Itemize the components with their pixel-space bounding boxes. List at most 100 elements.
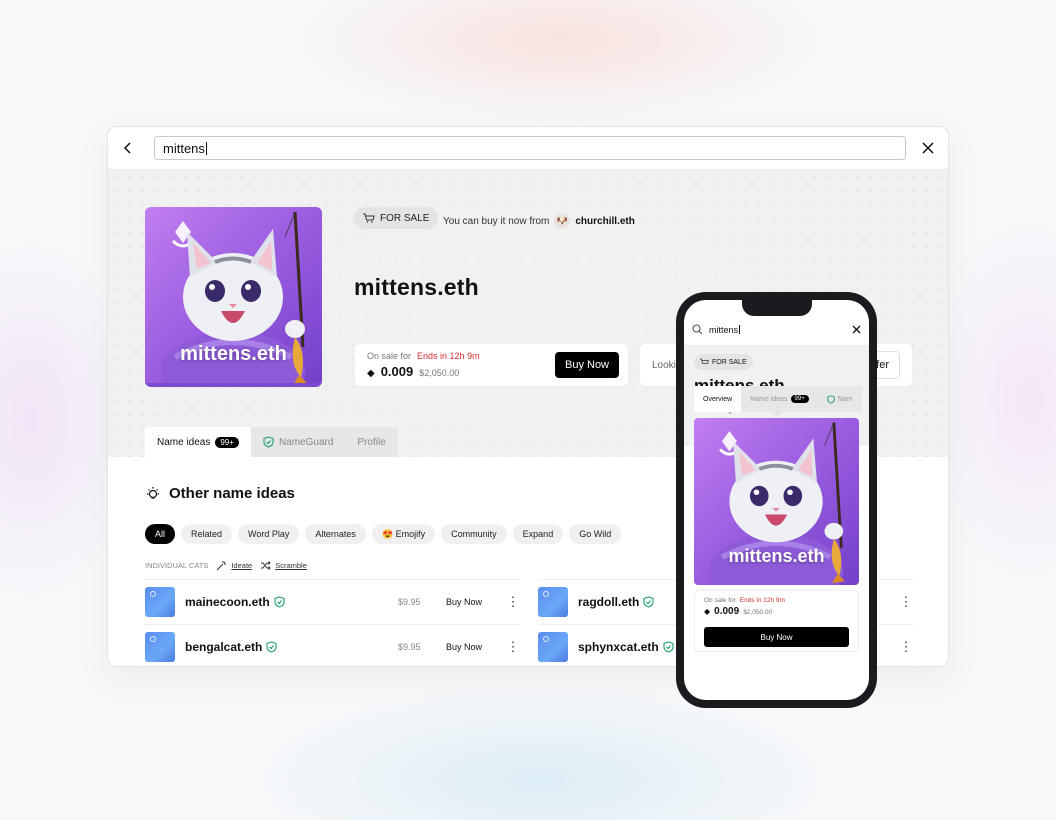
name-thumbnail: [538, 587, 568, 617]
search-icon: [692, 324, 703, 335]
name-thumbnail: [145, 587, 175, 617]
cart-icon: [700, 358, 709, 364]
shield-icon: [826, 394, 835, 404]
ends-timer: Ends in 12h 9m: [417, 351, 480, 361]
chip-related[interactable]: Related: [181, 524, 233, 544]
name-thumbnail: [145, 632, 175, 662]
eth-price: 0.009: [380, 364, 414, 379]
idea-buy-button[interactable]: Buy Now: [446, 597, 506, 607]
on-sale-label: On sale for: [704, 597, 736, 604]
mobile-search-input[interactable]: mittens: [684, 314, 869, 346]
verified-shield-icon: [643, 596, 654, 608]
tab-label: Nam: [837, 395, 853, 403]
back-icon[interactable]: [118, 138, 138, 158]
chip-word-play[interactable]: Word Play: [238, 524, 300, 544]
count-badge: 99+: [215, 436, 239, 448]
tab-overview[interactable]: Overview: [694, 386, 742, 412]
usd-price: $2,050.00: [419, 368, 460, 378]
lightbulb-icon: [147, 486, 159, 499]
section-heading: Other name ideas: [145, 485, 295, 502]
on-sale-label: On sale for: [367, 351, 412, 361]
list-item[interactable]: mainecoon.eth $9.95 Buy Now ⋮: [145, 579, 520, 624]
buy-from-text: You can buy it now from 🐶 churchill.eth: [443, 213, 635, 229]
owner-avatar: 🐶: [554, 213, 571, 229]
eth-icon: ◆: [367, 368, 375, 379]
tab-nameguard[interactable]: Nam: [817, 386, 862, 412]
name-avatar-image: mittens.eth: [145, 207, 322, 387]
idea-name: mainecoon.eth: [185, 595, 270, 609]
buy-now-button[interactable]: Buy Now: [555, 352, 619, 378]
chip-alternates[interactable]: Alternates: [305, 524, 366, 544]
list-item[interactable]: bengalcat.eth $9.95 Buy Now ⋮: [145, 624, 520, 666]
idea-price: $9.95: [398, 642, 421, 652]
more-options-icon[interactable]: ⋮: [506, 639, 520, 655]
category-label: INDIVIDUAL CATS: [145, 561, 209, 570]
avatar-label: mittens.eth: [180, 343, 287, 365]
owner-link[interactable]: churchill.eth: [575, 216, 634, 227]
cart-icon: [363, 213, 375, 223]
ends-timer: Ends in 12h 9m: [739, 597, 785, 604]
for-sale-badge: FOR SALE: [694, 354, 753, 370]
tab-nameguard[interactable]: NameGuard: [250, 427, 346, 457]
shuffle-icon: [261, 561, 271, 570]
category-meta: INDIVIDUAL CATS Ideate Scramble: [145, 560, 307, 571]
section-title: Other name ideas: [169, 485, 295, 502]
scramble-label: Scramble: [275, 561, 307, 570]
eth-icon: ◆: [704, 607, 711, 616]
page-title: mittens.eth: [354, 274, 479, 300]
filter-chips: All Related Word Play Alternates 😍 Emoji…: [145, 524, 622, 544]
avatar-label: mittens.eth: [728, 546, 825, 566]
tab-label: Overview: [703, 395, 733, 403]
mobile-avatar-image: mittens.eth: [694, 418, 859, 585]
tab-label: Name ideas: [750, 395, 788, 403]
close-icon[interactable]: [918, 138, 938, 158]
for-sale-label: FOR SALE: [712, 358, 747, 366]
buy-now-button[interactable]: Buy Now: [704, 627, 849, 647]
tab-profile[interactable]: Profile: [345, 427, 398, 457]
idea-price: $9.95: [398, 597, 421, 607]
top-bar: mittens: [108, 127, 948, 170]
mobile-tab-bar: Overview Name ideas 99+ Nam: [694, 386, 862, 412]
for-sale-label: FOR SALE: [380, 212, 430, 224]
eth-price: 0.009: [714, 606, 740, 617]
name-thumbnail: [538, 632, 568, 662]
mobile-screen: mittens FOR SALE mittens.eth You can buy…: [684, 300, 869, 700]
tab-label: Name ideas: [157, 436, 211, 448]
chip-go-wild[interactable]: Go Wild: [569, 524, 622, 544]
sale-card: On sale for Ends in 12h 9m ◆ 0.009 $2,050…: [354, 343, 629, 387]
tab-bar: Name ideas 99+ NameGuard Profile: [145, 427, 398, 457]
more-options-icon[interactable]: ⋮: [899, 594, 913, 610]
ideate-button[interactable]: Ideate: [216, 560, 252, 571]
verified-shield-icon: [274, 596, 285, 608]
usd-price: $2,050.00: [743, 609, 773, 616]
search-value: mittens: [163, 140, 205, 156]
for-sale-badge: FOR SALE: [354, 207, 439, 229]
close-icon[interactable]: [852, 325, 861, 334]
chip-emojify[interactable]: 😍 Emojify: [371, 524, 436, 544]
more-options-icon[interactable]: ⋮: [899, 639, 913, 655]
shield-icon: [263, 436, 274, 448]
verified-shield-icon: [663, 641, 674, 653]
ideas-list-left: mainecoon.eth $9.95 Buy Now ⋮ bengalcat.…: [145, 579, 520, 666]
chip-community[interactable]: Community: [441, 524, 507, 544]
tab-name-ideas[interactable]: Name ideas 99+: [741, 386, 818, 412]
search-input[interactable]: mittens: [154, 136, 906, 160]
more-options-icon[interactable]: ⋮: [506, 594, 520, 610]
count-badge: 99+: [790, 395, 809, 403]
mobile-phone-frame: mittens FOR SALE mittens.eth You can buy…: [676, 292, 877, 708]
idea-name: bengalcat.eth: [185, 640, 263, 654]
buy-from-label: You can buy it now from: [443, 215, 550, 227]
mobile-sale-card: On sale for Ends in 12h 9m ◆ 0.009 $2,050…: [694, 590, 859, 652]
tab-label: NameGuard: [278, 436, 334, 448]
mobile-search-value: mittens: [709, 324, 739, 335]
idea-name: ragdoll.eth: [578, 595, 640, 609]
tab-label: Profile: [357, 436, 386, 448]
chip-all[interactable]: All: [145, 524, 176, 544]
idea-buy-button[interactable]: Buy Now: [446, 642, 506, 652]
magic-wand-icon: [216, 561, 227, 571]
ideate-label: Ideate: [231, 561, 253, 570]
scramble-button[interactable]: Scramble: [260, 560, 307, 571]
chip-expand[interactable]: Expand: [512, 524, 564, 544]
tab-name-ideas[interactable]: Name ideas 99+: [145, 427, 251, 457]
verified-shield-icon: [266, 641, 277, 653]
